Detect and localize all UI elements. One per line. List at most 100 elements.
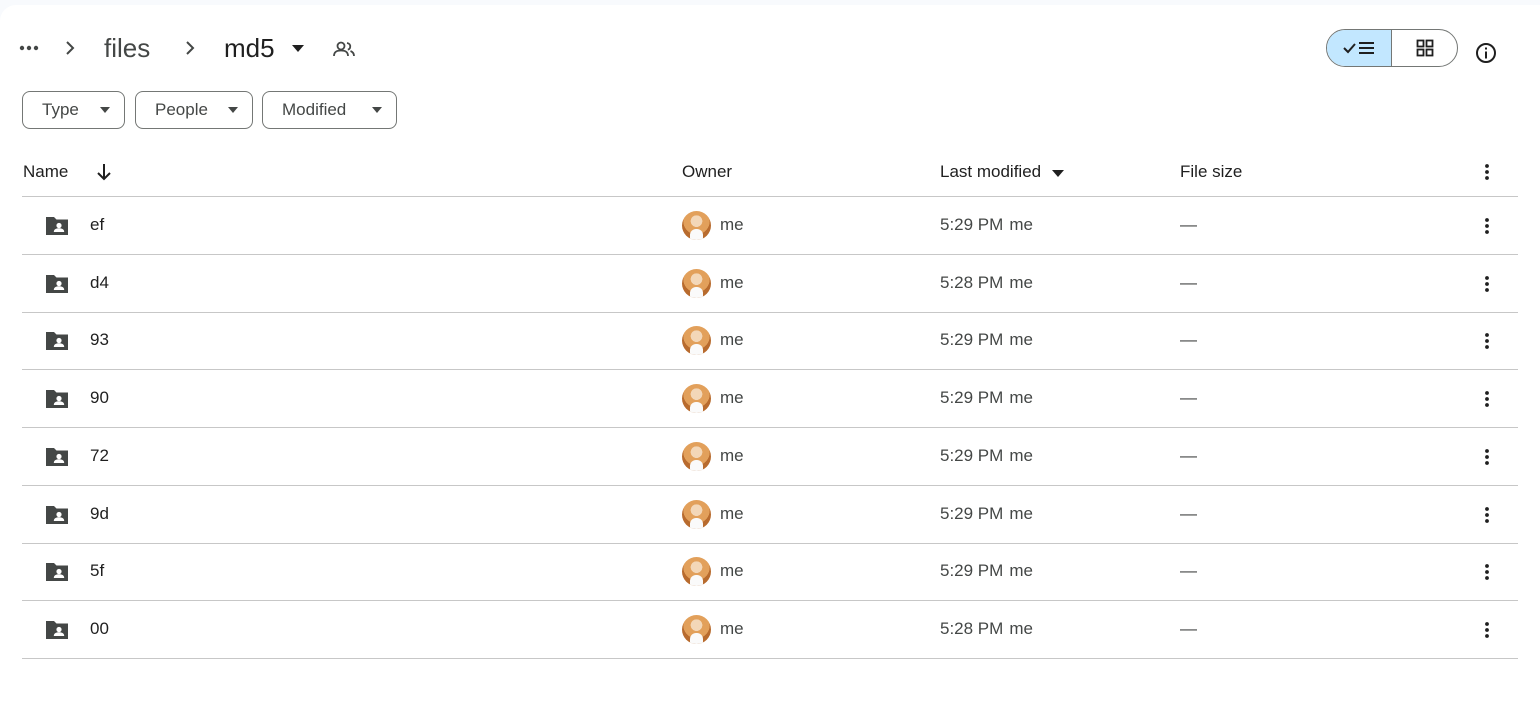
modified-by: me	[1009, 561, 1033, 581]
owner-name: me	[720, 272, 744, 292]
avatar	[682, 268, 711, 298]
column-header-owner: Owner	[682, 162, 733, 181]
filter-people-chip[interactable]: People	[135, 91, 253, 129]
shared-folder-icon	[46, 332, 68, 351]
more-horiz-icon[interactable]	[14, 33, 44, 63]
avatar	[682, 557, 711, 587]
shared-folder-icon	[46, 505, 68, 524]
grid-view-button[interactable]	[1392, 30, 1457, 66]
column-header-last-modified-label: Last modified	[940, 162, 1042, 181]
info-icon[interactable]	[1470, 37, 1502, 69]
last-modified: 5:28 PM me	[940, 618, 1033, 640]
modified-by: me	[1009, 215, 1033, 234]
avatar	[682, 211, 711, 240]
owner-name: me	[720, 445, 744, 465]
owner-name: me	[720, 215, 744, 234]
table-row[interactable]: 00 me 5:28 PM me —	[22, 601, 1518, 659]
file-name[interactable]: 72	[90, 445, 109, 467]
column-header-name[interactable]: Name	[23, 161, 68, 183]
table-row[interactable]: 5f me 5:29 PM me —	[22, 543, 1518, 602]
owner-name: me	[720, 503, 744, 523]
more-vert-icon[interactable]	[1476, 330, 1498, 352]
shared-folder-icon	[46, 390, 68, 409]
caret-down-icon	[372, 107, 382, 113]
chevron-right-icon	[60, 37, 80, 59]
avatar	[682, 614, 711, 644]
filter-modified-label: Modified	[282, 100, 347, 119]
file-name[interactable]: 9d	[90, 503, 109, 525]
file-name[interactable]: 90	[90, 387, 109, 409]
more-vert-icon[interactable]	[1476, 388, 1498, 410]
table-row[interactable]: 90 me 5:29 PM me —	[22, 370, 1518, 429]
shared-folder-icon	[46, 274, 68, 293]
table-row[interactable]: 72 me 5:29 PM me —	[22, 428, 1518, 486]
modified-time: 5:28 PM	[940, 272, 1004, 292]
owner-name: me	[720, 388, 744, 408]
file-size: —	[1180, 618, 1197, 638]
avatar	[682, 326, 711, 356]
caret-down-icon	[228, 107, 238, 113]
last-modified: 5:29 PM me	[940, 560, 1033, 582]
shared-folder-icon	[46, 447, 68, 466]
more-vert-icon[interactable]	[1476, 561, 1498, 583]
modified-by: me	[1009, 272, 1033, 292]
file-name[interactable]: 93	[90, 329, 109, 351]
grid-icon	[1416, 39, 1433, 57]
filter-type-chip[interactable]: Type	[22, 91, 125, 129]
more-vert-icon[interactable]	[1476, 446, 1498, 468]
drive-page: files md5 Type People Modified Name Owne…	[0, 5, 1540, 721]
modified-time: 5:29 PM	[940, 388, 1004, 408]
last-modified: 5:29 PM me	[940, 387, 1033, 409]
file-name[interactable]: 5f	[90, 560, 104, 582]
modified-by: me	[1009, 388, 1033, 408]
file-size: —	[1180, 445, 1197, 465]
caret-down-icon	[100, 107, 110, 113]
last-modified: 5:29 PM me	[940, 329, 1033, 351]
view-toggle	[1326, 29, 1458, 67]
caret-down-icon[interactable]	[289, 41, 307, 55]
breadcrumb-current-folder[interactable]: md5	[220, 29, 279, 67]
last-modified: 5:28 PM me	[940, 272, 1033, 294]
list-view-button[interactable]	[1327, 30, 1392, 66]
table-row[interactable]: 9d me 5:29 PM me —	[22, 486, 1518, 544]
modified-time: 5:29 PM	[940, 503, 1004, 523]
header: files md5	[0, 5, 1540, 91]
last-modified: 5:29 PM me	[940, 503, 1033, 525]
file-name[interactable]: ef	[90, 214, 104, 236]
modified-time: 5:29 PM	[940, 330, 1004, 350]
caret-down-icon	[1051, 170, 1064, 177]
last-modified: 5:29 PM me	[940, 214, 1033, 236]
table-row[interactable]: d4 me 5:28 PM me —	[22, 255, 1518, 313]
more-vert-icon[interactable]	[1476, 215, 1498, 237]
filter-modified-chip[interactable]: Modified	[262, 91, 397, 129]
shared-folder-icon	[46, 217, 68, 235]
file-size: —	[1180, 561, 1197, 581]
file-name[interactable]: d4	[90, 272, 109, 294]
filter-people-label: People	[155, 100, 208, 119]
file-size: —	[1180, 330, 1197, 350]
modified-by: me	[1009, 445, 1033, 465]
last-modified: 5:29 PM me	[940, 445, 1033, 467]
table-row[interactable]: 93 me 5:29 PM me —	[22, 312, 1518, 371]
breadcrumb-files[interactable]: files	[100, 29, 154, 67]
modified-time: 5:29 PM	[940, 445, 1004, 465]
shared-folder-icon	[46, 563, 68, 582]
filter-type-label: Type	[42, 100, 79, 119]
more-vert-icon[interactable]	[1476, 161, 1498, 183]
more-vert-icon[interactable]	[1476, 273, 1498, 295]
modified-time: 5:29 PM	[940, 561, 1004, 581]
shared-folder-icon	[46, 620, 68, 639]
file-name[interactable]: 00	[90, 618, 109, 640]
more-vert-icon[interactable]	[1476, 619, 1498, 641]
more-vert-icon[interactable]	[1476, 504, 1498, 526]
column-header-file-size: File size	[1180, 162, 1243, 181]
modified-by: me	[1009, 330, 1033, 350]
modified-by: me	[1009, 503, 1033, 523]
modified-time: 5:29 PM	[940, 215, 1004, 234]
avatar	[682, 441, 711, 471]
shared-folder-people-icon[interactable]	[331, 38, 357, 60]
column-header-last-modified[interactable]: Last modified	[940, 161, 1064, 183]
table-row[interactable]: ef me 5:29 PM me —	[22, 197, 1518, 255]
file-size: —	[1180, 272, 1197, 292]
arrow-down-icon[interactable]	[95, 162, 113, 182]
